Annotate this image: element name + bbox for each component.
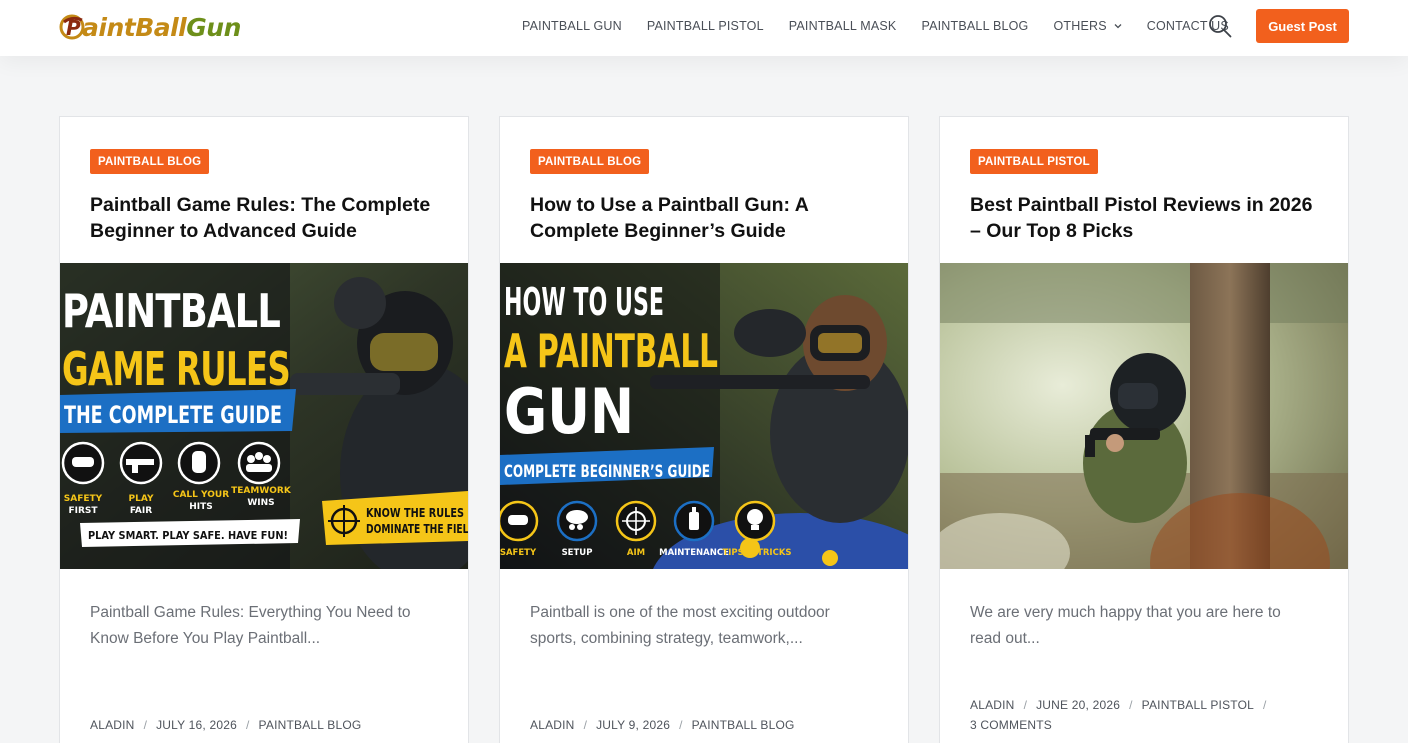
post-thumbnail[interactable]: PAINTBALL GAME RULES THE COMPLETE GUIDE … xyxy=(60,263,468,569)
icon-label: MAINTENANCE xyxy=(659,548,729,558)
thumb-line3: THE COMPLETE GUIDE xyxy=(64,401,282,429)
meta-separator: / xyxy=(246,718,250,732)
pistol-reviews-thumbnail-image xyxy=(940,263,1348,569)
icon-label: SAFETY xyxy=(500,548,537,558)
thumb-line3: GUN xyxy=(504,375,634,448)
hand-icon xyxy=(177,441,221,485)
post-meta: ALADIN / JULY 9, 2026 / PAINTBALL BLOG xyxy=(530,715,890,735)
game-rules-thumbnail-image: PAINTBALL GAME RULES THE COMPLETE GUIDE … xyxy=(60,263,468,569)
nav-item-paintball-pistol[interactable]: PAINTBALL PISTOL xyxy=(647,19,764,33)
thumb-banner: COMPLETE BEGINNER’S GUIDE xyxy=(504,462,710,482)
thumb-line1: HOW TO USE xyxy=(504,280,664,324)
icon-label: TIPS & TRICKS xyxy=(722,548,791,558)
post-title[interactable]: Paintball Game Rules: The Complete Begin… xyxy=(90,192,445,244)
bottle-icon xyxy=(673,500,715,542)
meta-separator: / xyxy=(143,718,148,732)
thumb-banner2: DOMINATE THE FIELD xyxy=(366,522,468,536)
post-category[interactable]: PAINTBALL BLOG xyxy=(259,718,362,732)
marker-icon xyxy=(119,441,163,485)
icon-label: SAFETY xyxy=(64,494,103,504)
nav-item-paintball-gun[interactable]: PAINTBALL GUN xyxy=(522,19,622,33)
nav-item-paintball-mask[interactable]: PAINTBALL MASK xyxy=(789,19,897,33)
post-excerpt: We are very much happy that you are here… xyxy=(970,604,1281,647)
icon-label: CALL YOUR xyxy=(173,490,229,500)
post-date[interactable]: JUNE 20, 2026 xyxy=(1036,698,1120,712)
logo-text: aintBallGun xyxy=(82,13,241,42)
hopper-icon xyxy=(556,500,598,542)
icon-label: HITS xyxy=(189,502,213,512)
mask-icon xyxy=(61,441,105,485)
post-card-how-to-use: PAINTBALL BLOG How to Use a Paintball Gu… xyxy=(499,116,909,743)
thumb-line2: GAME RULES xyxy=(62,342,290,396)
thumb-tagline: PLAY SMART. PLAY SAFE. HAVE FUN! xyxy=(88,529,288,542)
post-category[interactable]: PAINTBALL PISTOL xyxy=(1142,698,1254,712)
post-thumbnail[interactable]: HOW TO USE A PAINTBALL GUN COMPLETE BEGI… xyxy=(500,263,908,569)
main-nav: PAINTBALL GUN PAINTBALL PISTOL PAINTBALL… xyxy=(510,0,1254,52)
post-author[interactable]: ALADIN xyxy=(970,698,1015,712)
post-comments[interactable]: 3 COMMENTS xyxy=(970,718,1052,732)
meta-separator: / xyxy=(583,718,588,732)
search-icon[interactable] xyxy=(1208,14,1232,38)
icon-label: TEAMWORK xyxy=(231,486,292,496)
icon-label: PLAY xyxy=(129,494,154,504)
nav-item-paintball-blog[interactable]: PAINTBALL BLOG xyxy=(921,19,1028,33)
nav-item-others-label: OTHERS xyxy=(1053,19,1107,33)
team-icon xyxy=(237,441,281,485)
post-date[interactable]: JULY 9, 2026 xyxy=(596,718,670,732)
post-thumbnail[interactable] xyxy=(940,263,1348,569)
icon-label: FIRST xyxy=(68,506,98,516)
logo-text-sub: Gun xyxy=(186,12,241,42)
post-author[interactable]: ALADIN xyxy=(530,718,575,732)
how-to-use-thumbnail-image: HOW TO USE A PAINTBALL GUN COMPLETE BEGI… xyxy=(500,263,908,569)
post-date[interactable]: JULY 16, 2026 xyxy=(156,718,237,732)
site-header: P aintBallGun PAINTBALL GUN PAINTBALL PI… xyxy=(0,0,1408,56)
paintball-logo-icon: P xyxy=(59,14,85,40)
meta-separator: / xyxy=(1129,698,1133,712)
icon-label: SETUP xyxy=(562,548,593,558)
post-meta: ALADIN / JUNE 20, 2026 / PAINTBALL PISTOL / 3 … xyxy=(970,695,1330,735)
bulb-icon xyxy=(734,500,776,542)
post-excerpt: Paintball is one of the most exciting ou… xyxy=(530,604,830,647)
post-category[interactable]: PAINTBALL BLOG xyxy=(692,718,795,732)
icon-label: AIM xyxy=(627,548,645,558)
crosshair-icon xyxy=(615,500,657,542)
guest-post-button[interactable]: Guest Post xyxy=(1256,9,1349,43)
thumb-banner1: KNOW THE RULES xyxy=(366,506,464,520)
nav-item-others[interactable]: OTHERS xyxy=(1053,19,1122,33)
chevron-down-icon xyxy=(1114,24,1122,29)
category-badge[interactable]: PAINTBALL BLOG xyxy=(530,149,650,174)
category-badge[interactable]: PAINTBALL BLOG xyxy=(90,149,210,174)
post-meta: ALADIN / JULY 16, 2026 / PAINTBALL BLOG xyxy=(90,715,450,735)
post-card-game-rules: PAINTBALL BLOG Paintball Game Rules: The… xyxy=(59,116,469,743)
post-title[interactable]: Best Paintball Pistol Reviews in 2026 – … xyxy=(970,192,1325,244)
icon-label: FAIR xyxy=(130,506,152,516)
meta-separator: / xyxy=(1263,698,1267,712)
meta-separator: / xyxy=(1023,698,1028,712)
post-title[interactable]: How to Use a Paintball Gun: A Complete B… xyxy=(530,192,885,244)
svg-text:P: P xyxy=(66,16,81,40)
site-logo[interactable]: P aintBallGun xyxy=(58,10,241,44)
post-card-pistol-reviews: PAINTBALL PISTOL Best Paintball Pistol R… xyxy=(939,116,1349,743)
logo-text-main: aintBall xyxy=(82,12,187,42)
thumb-line2: A PAINTBALL xyxy=(504,324,718,378)
post-author[interactable]: ALADIN xyxy=(90,718,135,732)
thumb-line1: PAINTBALL xyxy=(62,284,281,338)
mask-icon xyxy=(500,500,539,542)
meta-separator: / xyxy=(679,718,683,732)
category-badge[interactable]: PAINTBALL PISTOL xyxy=(970,149,1098,174)
post-excerpt: Paintball Game Rules: Everything You Nee… xyxy=(90,604,411,647)
icon-label: WINS xyxy=(247,498,274,508)
